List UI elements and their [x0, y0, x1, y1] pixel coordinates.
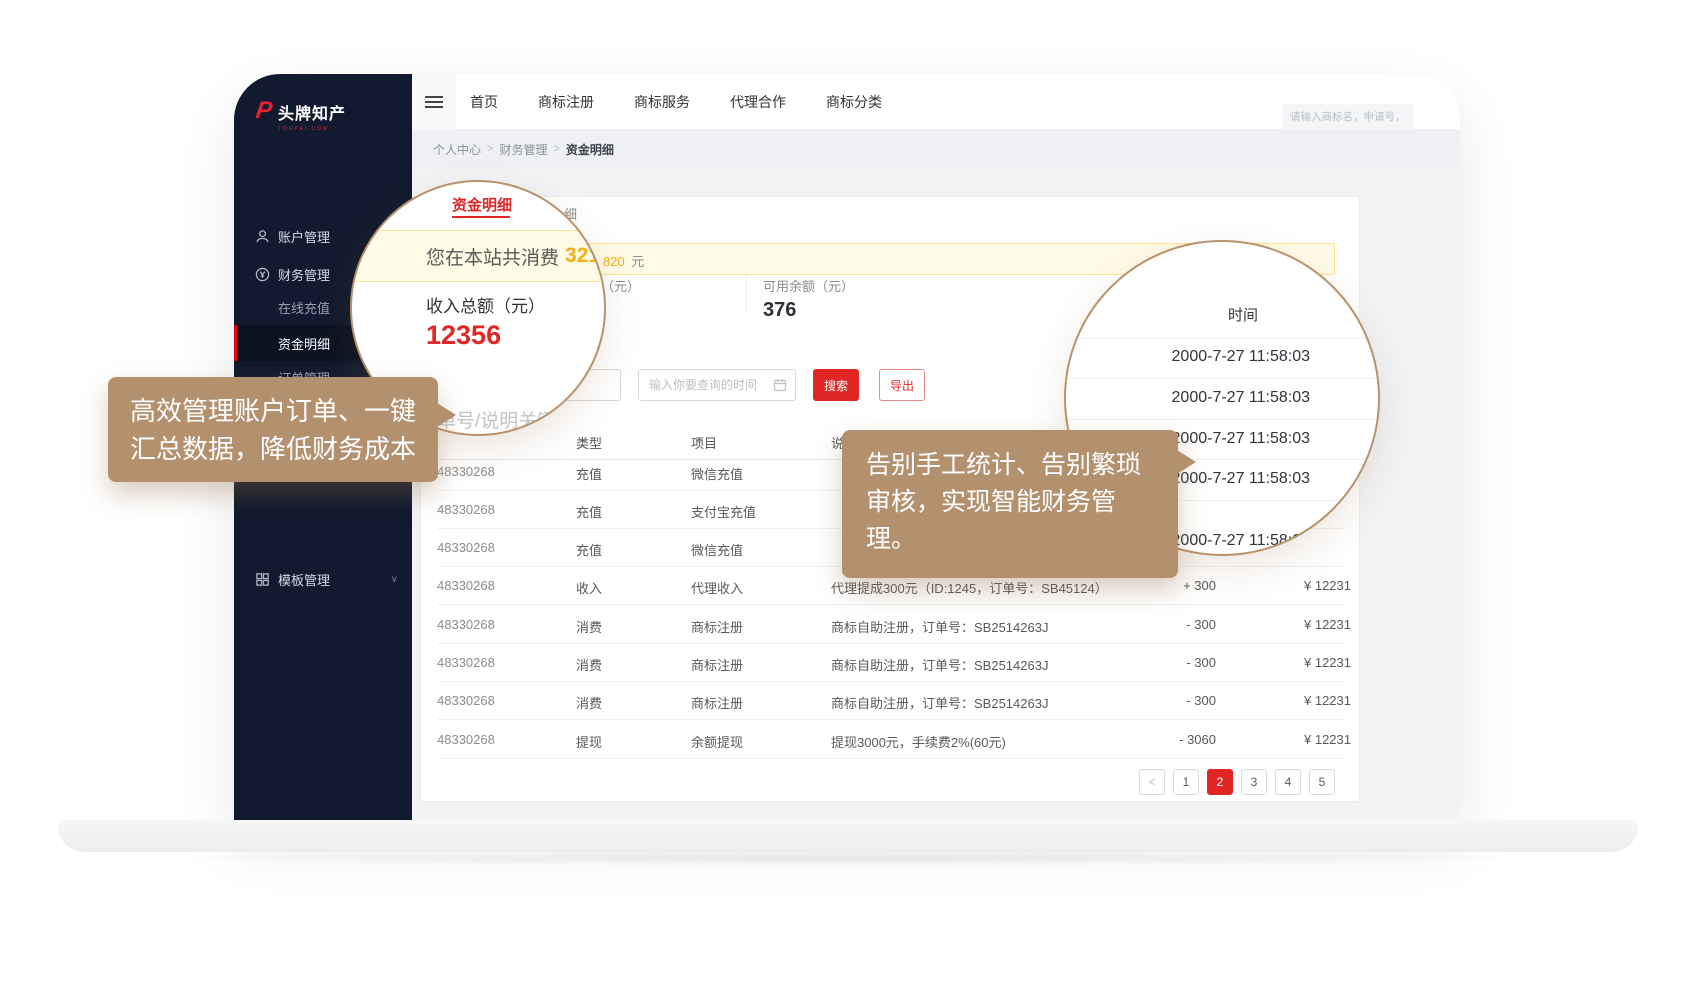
- available-balance-stat: 可用余额（元） 376: [763, 276, 854, 322]
- callout-text: 汇总数据，降低财务成本: [130, 430, 438, 468]
- callout-left: 高效管理账户订单、一键 汇总数据，降低财务成本: [108, 377, 438, 482]
- col-project[interactable]: 项目: [691, 433, 703, 448]
- export-button[interactable]: 导出: [879, 369, 925, 401]
- breadcrumb-separator: >: [487, 143, 493, 155]
- callout-arrow-icon: [437, 403, 456, 427]
- hamburger-icon: [425, 93, 443, 111]
- table-row: 48330268消费商标注册商标自助注册，订单号：SB2514263J- 300…: [437, 644, 1359, 682]
- magnified-banner-text: 您在本站共消费: [426, 243, 559, 270]
- stat-divider: [746, 275, 747, 313]
- stat-value: 376: [763, 299, 854, 322]
- table-row: 48330268消费商标注册商标自助注册，订单号：SB2514263J- 300…: [437, 606, 1359, 644]
- chevron-down-icon: ∨: [391, 574, 398, 585]
- sidebar-item-label: 账户管理: [278, 227, 330, 246]
- callout-text: 审核，实现智能财务管: [866, 484, 1178, 521]
- brand-logo[interactable]: P 头牌知产 TOUPAI.COM: [256, 100, 346, 132]
- sidebar-item-label: 财务管理: [278, 265, 330, 284]
- tab-underline: [452, 216, 510, 218]
- row-divider: [1066, 419, 1378, 420]
- breadcrumb: 个人中心 > 财务管理 > 资金明细: [433, 141, 614, 158]
- table-row: 48330268消费商标注册商标自助注册，订单号：SB2514263J- 300…: [437, 682, 1359, 720]
- finance-icon: [254, 266, 270, 282]
- callout-arrow-icon: [1177, 450, 1196, 474]
- breadcrumb-bar: 个人中心 > 财务管理 > 资金明细: [412, 130, 1460, 168]
- nav-item-services[interactable]: 商标服务: [634, 92, 690, 112]
- brand-name: 头牌知产: [278, 100, 346, 124]
- pagination-page-2-active[interactable]: 2: [1207, 769, 1233, 795]
- stat-label: 可用余额（元）: [763, 279, 854, 294]
- breadcrumb-item-current: 资金明细: [566, 141, 614, 158]
- pagination-page-1[interactable]: 1: [1173, 769, 1199, 795]
- table-row: 48330268提现余额提现提现3000元，手续费2%(60元)- 3060¥ …: [437, 721, 1359, 759]
- magnified-banner-amount: 32124: [565, 244, 606, 268]
- magnified-time-cell: 2000-7-27 11:58:03: [1066, 348, 1310, 366]
- banner-unit: 元: [631, 254, 644, 269]
- nav-item-home[interactable]: 首页: [470, 92, 498, 112]
- laptop-base: [58, 820, 1638, 852]
- top-navbar: 首页 商标注册 商标服务 代理合作 商标分类: [412, 74, 1460, 130]
- pagination-page-5[interactable]: 5: [1309, 769, 1335, 795]
- magnified-income-value: 12356: [426, 320, 501, 351]
- search-button[interactable]: 搜索: [813, 369, 859, 401]
- magnified-time-cell: 2000-7-27 11:58:03: [1066, 389, 1310, 407]
- breadcrumb-item[interactable]: 个人中心: [433, 141, 481, 158]
- banner-text-fragment: 820 元: [603, 251, 644, 270]
- sidebar-item-label: 模板管理: [278, 570, 330, 589]
- pagination-page-4[interactable]: 4: [1275, 769, 1301, 795]
- pagination-page-3[interactable]: 3: [1241, 769, 1267, 795]
- marketing-canvas: P 头牌知产 TOUPAI.COM 账户管理 ∨ 财务管理 ∧: [0, 0, 1696, 1002]
- magnified-banner: 您在本站共消费 32124: [352, 230, 604, 282]
- breadcrumb-separator: >: [553, 143, 559, 155]
- calendar-icon: [773, 378, 787, 397]
- callout-right: 告别手工统计、告别繁琐 审核，实现智能财务管 理。: [842, 430, 1178, 578]
- nav-item-agency[interactable]: 代理合作: [730, 92, 786, 112]
- callout-text: 高效管理账户订单、一键: [130, 392, 438, 430]
- grid-icon: [254, 571, 270, 587]
- row-divider: [1066, 338, 1378, 339]
- laptop-shadow: [120, 850, 1576, 866]
- magnified-time-header: 时间: [1066, 304, 1310, 325]
- banner-amount-fragment: 820: [603, 254, 625, 269]
- user-icon: [254, 228, 270, 244]
- callout-text: 理。: [866, 521, 1178, 558]
- row-divider: [1066, 378, 1378, 379]
- sidebar-item-templates[interactable]: 模板管理 ∨: [234, 562, 412, 596]
- callout-text: 告别手工统计、告别繁琐: [866, 447, 1178, 484]
- magnified-income-label: 收入总额（元）: [426, 292, 545, 317]
- breadcrumb-item[interactable]: 财务管理: [499, 141, 547, 158]
- main-nav: 首页 商标注册 商标服务 代理合作 商标分类: [470, 74, 882, 130]
- pagination-prev-button[interactable]: <: [1139, 769, 1165, 795]
- brand-logo-icon: P: [254, 100, 273, 122]
- col-type[interactable]: 类型: [576, 433, 588, 448]
- brand-subtext: TOUPAI.COM: [278, 126, 346, 132]
- magnified-tab-label: 资金明细: [452, 194, 512, 215]
- pagination: < 1 2 3 4 5: [1139, 769, 1335, 795]
- nav-item-register[interactable]: 商标注册: [538, 92, 594, 112]
- trademark-search-input[interactable]: [1282, 104, 1414, 130]
- menu-toggle-button[interactable]: [412, 74, 456, 130]
- nav-item-classes[interactable]: 商标分类: [826, 92, 882, 112]
- stat-label-fragment: （元）: [601, 276, 640, 295]
